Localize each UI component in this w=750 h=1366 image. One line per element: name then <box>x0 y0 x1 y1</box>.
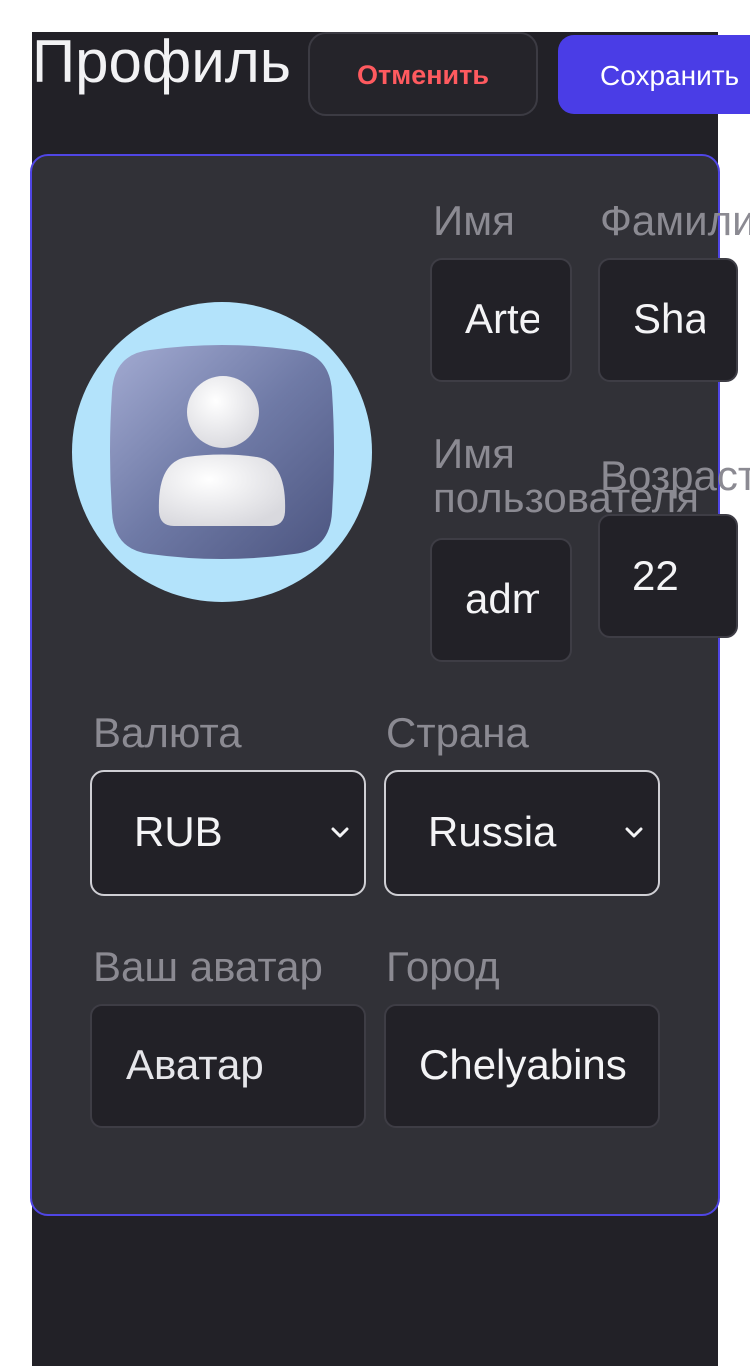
city-value: Chelyabinsk <box>419 1041 629 1088</box>
last-name-value: Sharapov <box>633 295 705 342</box>
city-label: Город <box>386 943 500 990</box>
avatar-url-value: Аватар <box>126 1041 264 1088</box>
currency-label: Валюта <box>93 709 242 756</box>
avatar-url-field[interactable]: Аватар <box>90 1004 366 1128</box>
last-name-field[interactable]: Sharapov <box>598 258 738 382</box>
last-name-label: Фамилия <box>600 197 750 244</box>
first-name-label: Имя <box>433 197 515 244</box>
chevron-down-icon <box>331 827 349 838</box>
avatar-field-label: Ваш аватар <box>93 943 323 990</box>
page-title: Профиль <box>32 28 292 95</box>
country-select[interactable]: Russia <box>384 770 660 896</box>
save-button[interactable]: Сохранить <box>558 35 750 114</box>
first-name-value: Artem <box>465 295 539 342</box>
country-value: Russia <box>428 808 557 855</box>
username-field[interactable]: admin <box>430 538 572 662</box>
username-value: admin <box>465 575 539 622</box>
city-field[interactable]: Chelyabinsk <box>384 1004 660 1128</box>
age-label: Возраст <box>600 452 750 499</box>
country-label: Страна <box>386 709 529 756</box>
cancel-button[interactable]: Отменить <box>308 32 538 116</box>
user-avatar-icon <box>72 302 372 602</box>
chevron-down-icon <box>625 827 643 838</box>
age-field[interactable]: 22 <box>598 514 738 638</box>
currency-select[interactable]: RUB <box>90 770 366 896</box>
age-value: 22 <box>632 552 679 599</box>
first-name-field[interactable]: Artem <box>430 258 572 382</box>
currency-value: RUB <box>134 808 223 855</box>
